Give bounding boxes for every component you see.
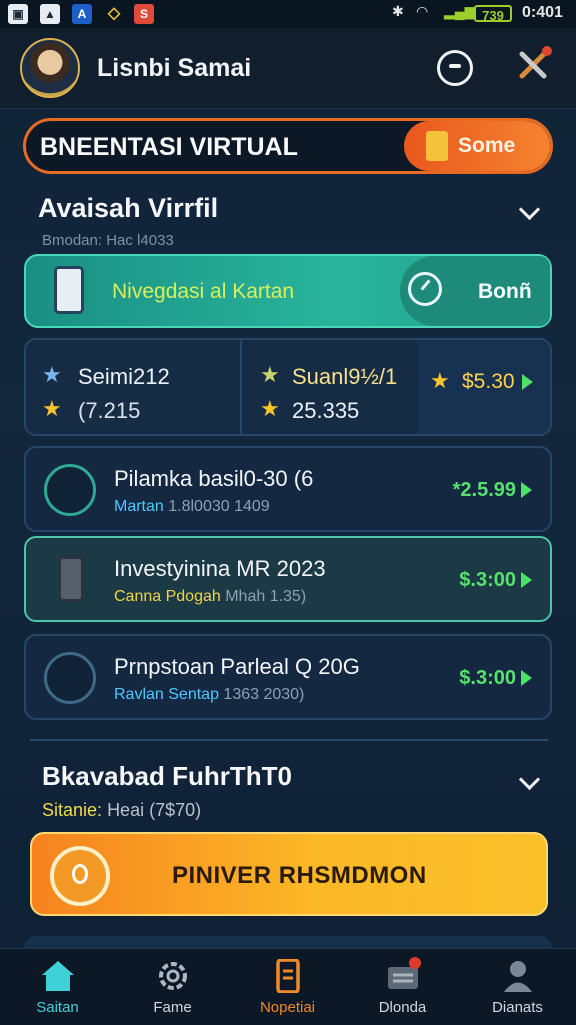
stats-panel: ★ Seimi212 ★ (7.215 ★ Suanl9½/1 ★ 25.335… bbox=[24, 338, 552, 436]
coin-icon bbox=[426, 131, 448, 161]
home-icon bbox=[42, 961, 74, 991]
notes-icon bbox=[276, 959, 300, 993]
timer-icon bbox=[50, 846, 110, 906]
star-icon: ★ bbox=[42, 396, 62, 421]
battery-indicator: 739 bbox=[474, 5, 512, 23]
tools-icon[interactable] bbox=[514, 44, 554, 84]
location-icon: ◇ bbox=[107, 5, 121, 22]
arrow-right-icon[interactable] bbox=[521, 572, 532, 588]
star-blue-icon: ★ bbox=[42, 362, 62, 387]
section2-title: Bkavabad FuhrThT0 bbox=[42, 761, 292, 791]
app-a-icon: A bbox=[72, 4, 92, 24]
app-header: Lisnbi Samai bbox=[0, 28, 576, 109]
nav-item-profile[interactable]: Dianats bbox=[460, 949, 575, 1025]
arrow-right-icon[interactable] bbox=[522, 374, 533, 390]
stats-divider bbox=[240, 340, 242, 434]
list-item[interactable]: Pilamka basil0-30 (6 Martan 1.8l0030 140… bbox=[24, 446, 552, 532]
list-item-amount: *2.5.99 bbox=[452, 479, 516, 501]
stat-3-value: $5.30 bbox=[462, 370, 515, 393]
notification-app-icon: S bbox=[134, 4, 154, 24]
chevron-down-icon[interactable] bbox=[518, 198, 541, 221]
section2-subtitle: Sitanie: Heai (7$70) bbox=[42, 800, 202, 820]
clock-icon bbox=[408, 272, 442, 306]
stat-2-secondary: 25.335 bbox=[292, 398, 360, 423]
user-name: Lisnbi Samai bbox=[97, 54, 252, 82]
chat-icon[interactable] bbox=[437, 50, 473, 86]
list-item-title: Prnpstoan Parleal Q 20G bbox=[114, 654, 360, 679]
hero-banner: BNEENTASI VIRTUAL Some bbox=[23, 118, 553, 174]
hero-title: BNEENTASI VIRTUAL bbox=[40, 133, 298, 161]
arrow-right-icon[interactable] bbox=[521, 670, 532, 686]
stat-1-value: Seimi212 bbox=[78, 364, 170, 389]
phone-icon bbox=[44, 554, 96, 606]
document-icon bbox=[44, 652, 96, 704]
star-icon: ★ bbox=[260, 396, 280, 421]
clock-time: 0:401 bbox=[522, 4, 563, 21]
nav-label: Nopetiai bbox=[259, 999, 316, 1016]
stethoscope-icon bbox=[44, 464, 96, 516]
chevron-down-icon[interactable] bbox=[518, 768, 541, 791]
section-divider bbox=[30, 739, 548, 741]
status-bar: ▣ ▲ A ◇ S ✱ ◠ ▂▄▆ 739 0:401 bbox=[0, 0, 576, 28]
list-item-amount: $.3:00 bbox=[459, 667, 516, 689]
stat-1-secondary: (7.215 bbox=[78, 398, 141, 423]
star-icon: ★ bbox=[430, 368, 450, 393]
hero-some-button[interactable]: Some bbox=[404, 121, 550, 171]
gear-icon bbox=[159, 962, 187, 990]
gallery-icon: ▣ bbox=[8, 4, 28, 24]
featured-card[interactable]: Nivegdasi al Kartan Bonñ bbox=[24, 254, 552, 328]
hero-button-label: Some bbox=[458, 134, 516, 157]
arrow-right-icon[interactable] bbox=[521, 482, 532, 498]
signal-icon: ▂▄▆ bbox=[444, 3, 476, 19]
list-item-subtitle: Ravlan Sentap 1363 2030) bbox=[114, 686, 305, 703]
list-item[interactable]: Prnpstoan Parleal Q 20G Ravlan Sentap 13… bbox=[24, 634, 552, 720]
nav-item-home[interactable]: Saitan bbox=[0, 949, 115, 1025]
primary-action-button[interactable]: PINIVER RHSMDMON bbox=[30, 832, 548, 916]
nav-label: Saitan bbox=[36, 999, 79, 1016]
nav-label: Dlonda bbox=[378, 999, 427, 1016]
list-item-subtitle: Martan 1.8l0030 1409 bbox=[114, 498, 270, 515]
notification-badge bbox=[409, 957, 421, 969]
stat-2-value: Suanl9½/1 bbox=[292, 364, 398, 389]
user-icon bbox=[504, 961, 532, 992]
phone-icon bbox=[54, 266, 84, 314]
star-outline-icon: ★ bbox=[260, 362, 280, 387]
bottom-nav: Saitan Fame Nopetiai Dlonda Dianats bbox=[0, 948, 576, 1025]
section-subtitle: Bmodan: Hac l4033 bbox=[42, 232, 174, 249]
featured-card-button-label: Bonñ bbox=[478, 280, 532, 303]
primary-action-label: PINIVER RHSMDMON bbox=[172, 862, 427, 889]
list-item-amount: $.3:00 bbox=[459, 569, 516, 591]
nav-label: Dianats bbox=[492, 999, 543, 1016]
bluetooth-icon: ✱ bbox=[392, 3, 404, 19]
avatar[interactable] bbox=[20, 38, 80, 98]
list-item-title: Investyinina MR 2023 bbox=[114, 556, 326, 581]
nav-label: Fame bbox=[153, 999, 192, 1016]
list-item-title: Pilamka basil0-30 (6 bbox=[114, 466, 314, 491]
nav-item-game[interactable]: Fame bbox=[115, 949, 230, 1025]
section-title: Avaisah Virrfil bbox=[38, 193, 219, 223]
featured-card-label: Nivegdasi al Kartan bbox=[112, 280, 295, 303]
featured-card-button[interactable]: Bonñ bbox=[400, 256, 550, 326]
list-item[interactable]: Investyinina MR 2023 Canna Pdogah Mhah 1… bbox=[24, 536, 552, 622]
wifi-icon: ◠ bbox=[416, 3, 429, 19]
nav-item-notes[interactable]: Nopetiai bbox=[230, 949, 345, 1025]
list-item-subtitle: Canna Pdogah Mhah 1.35) bbox=[114, 588, 307, 605]
nav-item-mail[interactable]: Dlonda bbox=[345, 949, 460, 1025]
photo-icon: ▲ bbox=[40, 4, 60, 24]
